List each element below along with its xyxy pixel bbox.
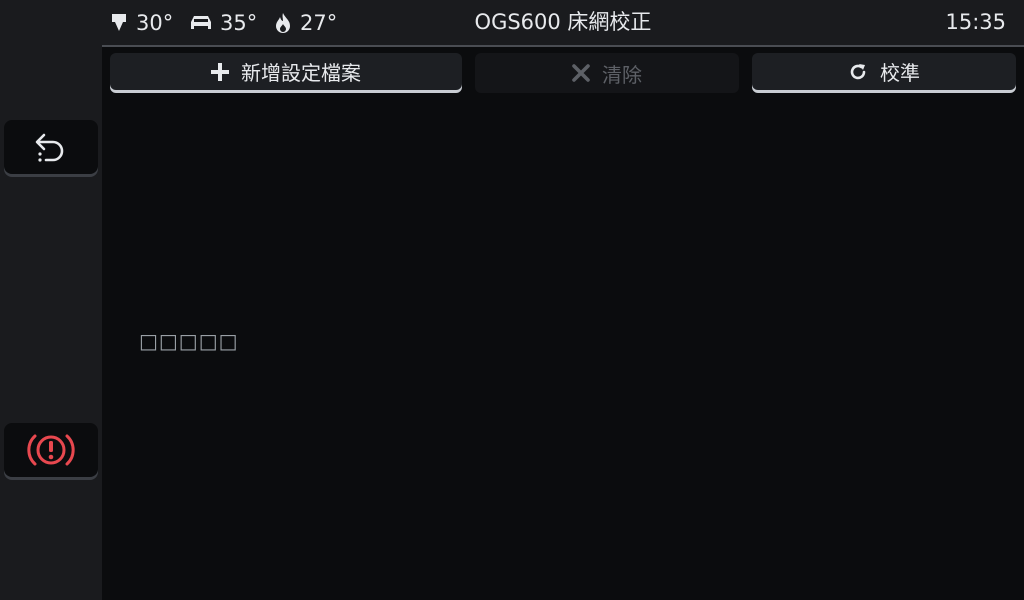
close-icon [572,64,590,82]
empty-state-text: □□□□□ [139,329,239,353]
refresh-icon [850,63,866,79]
nozzle-temperature: 30° [110,0,173,45]
chamber-temp-value: 27° [300,10,338,35]
clear-button[interactable]: 清除 [475,53,739,93]
nozzle-temp-value: 30° [136,10,174,35]
bed-temp-value: 35° [220,10,258,35]
flame-icon [276,12,290,33]
nozzle-icon [112,13,126,31]
calibrate-label: 校準 [880,61,920,85]
bed-icon [191,15,211,29]
status-bar: 30° 35° 27° OGS600 床網校正 15:35 [102,0,1024,47]
emergency-stop-icon [27,434,75,466]
emergency-stop-button[interactable] [4,423,98,477]
app-root: 30° 35° 27° OGS600 床網校正 15:35 新增設定檔案 清除 … [0,0,1024,600]
main-panel: 新增設定檔案 清除 校準 □□□□□ [102,47,1024,600]
back-button[interactable] [4,120,98,174]
plus-icon [211,62,229,81]
add-profile-button[interactable]: 新增設定檔案 [110,53,462,90]
chamber-temperature: 27° [274,0,337,45]
calibrate-button[interactable]: 校準 [752,53,1016,90]
clock: 15:35 [945,10,1006,34]
sidebar [0,0,102,600]
clear-label: 清除 [602,62,642,87]
back-arrow-icon [35,133,64,162]
add-profile-label: 新增設定檔案 [241,61,361,85]
bed-temperature: 35° [190,0,257,45]
